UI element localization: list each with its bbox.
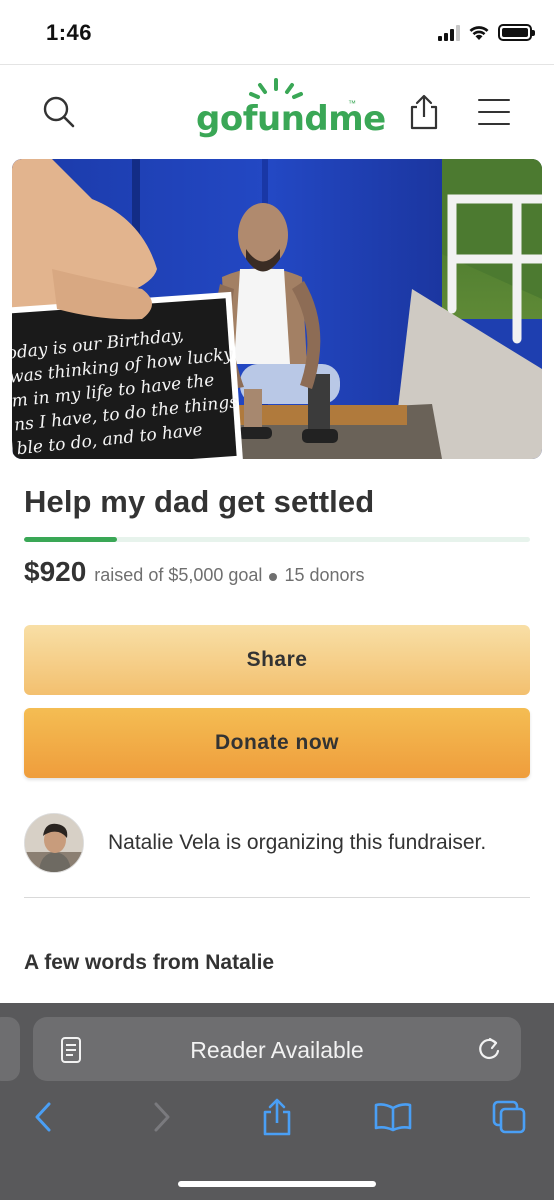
status-bar: 1:46 <box>0 0 554 64</box>
campaign-title: Help my dad get settled <box>24 484 375 519</box>
progress-fill <box>24 537 118 542</box>
section-divider <box>24 897 530 898</box>
status-icons <box>438 24 535 41</box>
separator-dot <box>269 573 278 581</box>
site-header: gofundme ™ <box>0 65 554 157</box>
forward-icon[interactable] <box>145 1093 179 1141</box>
search-icon[interactable] <box>42 95 76 129</box>
wifi-icon <box>469 26 489 40</box>
previous-tab-peek[interactable] <box>0 1017 20 1081</box>
amount-raised: $920 <box>24 556 87 587</box>
campaign-hero-image: oday is our Birthday, was thinking of ho… <box>12 159 542 459</box>
back-icon[interactable] <box>26 1093 60 1141</box>
organizer-row[interactable]: Natalie Vela is organizing this fundrais… <box>24 813 530 875</box>
battery-icon <box>498 24 535 41</box>
logo-wordmark: gofundme <box>196 99 386 139</box>
gofundme-logo[interactable]: gofundme ™ <box>196 77 386 143</box>
donate-now-button[interactable]: Donate now <box>24 708 530 778</box>
bookmarks-icon[interactable] <box>372 1093 414 1141</box>
address-bar[interactable]: Reader Available <box>33 1017 521 1081</box>
share-icon[interactable] <box>258 1093 296 1141</box>
tabs-icon[interactable] <box>490 1093 528 1141</box>
organizer-text: Natalie Vela is organizing this fundrais… <box>108 831 487 854</box>
home-indicator[interactable] <box>178 1181 376 1187</box>
cellular-signal-icon <box>438 24 460 41</box>
browser-nav-row <box>0 1093 554 1141</box>
address-bar-text: Reader Available <box>190 1037 364 1063</box>
goal-text: raised of $5,000 goal <box>94 565 263 585</box>
menu-icon[interactable] <box>478 99 512 125</box>
status-time: 1:46 <box>46 20 93 45</box>
progress-bar <box>24 537 530 542</box>
avatar[interactable] <box>24 813 84 873</box>
share-icon[interactable] <box>404 93 444 131</box>
reload-icon[interactable] <box>475 1035 503 1063</box>
trademark-mark: ™ <box>348 99 356 108</box>
raised-summary: $920 raised of $5,000 goal 15 donors <box>24 556 365 588</box>
story-heading: A few words from Natalie <box>24 951 275 974</box>
browser-toolbar: Reader Available <box>0 1003 554 1200</box>
donor-count: 15 donors <box>284 565 365 585</box>
share-button[interactable]: Share <box>24 625 530 695</box>
